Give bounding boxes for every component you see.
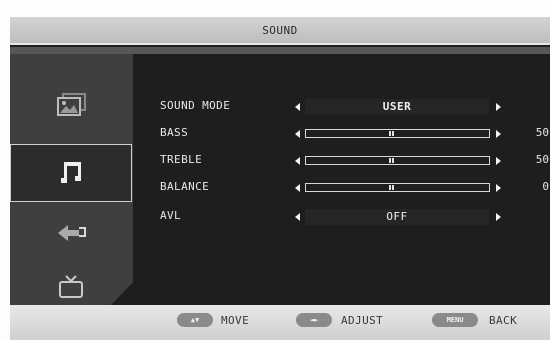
title-strip [10, 47, 550, 54]
left-arrow-icon[interactable] [295, 157, 300, 165]
avl-row[interactable]: AVL OFF [133, 207, 550, 227]
back-hint: BACK [489, 314, 518, 327]
sidebar-item-picture[interactable] [54, 90, 88, 120]
right-arrow-icon[interactable] [496, 130, 501, 138]
right-arrow-icon[interactable] [496, 157, 501, 165]
left-arrow-icon[interactable] [295, 213, 300, 221]
sidebar-item-tv[interactable] [54, 272, 88, 302]
sidebar-item-sound[interactable] [10, 144, 132, 202]
right-arrow-icon[interactable] [496, 213, 501, 221]
move-key-icon: ▲▼ [177, 313, 213, 327]
balance-slider-thumb[interactable] [389, 185, 395, 190]
avl-label: AVL [160, 209, 182, 222]
right-arrow-icon[interactable] [496, 184, 501, 192]
sound-mode-row[interactable]: SOUND MODE USER [133, 97, 550, 117]
picture-icon [57, 93, 86, 116]
balance-slider[interactable] [305, 183, 490, 192]
adjust-key-icon: ◄► [296, 313, 332, 327]
music-note-icon [55, 158, 89, 188]
adjust-hint: ADJUST [341, 314, 384, 327]
bass-label: BASS [160, 126, 189, 139]
balance-value: 0 [542, 180, 549, 193]
bass-value: 50 [535, 126, 549, 139]
settings-panel: SOUND MODE USER BASS 50 TREBLE 50 BALANC… [133, 54, 550, 305]
menu-key-icon: MENU [432, 313, 478, 327]
help-bar: ▲▼ MOVE ◄► ADJUST MENU BACK [10, 305, 550, 340]
osd-panel: SOUND SOUND MODE USER BASS 50 TREBLE 50 … [10, 17, 550, 340]
right-arrow-icon[interactable] [496, 103, 501, 111]
bass-row[interactable]: BASS 50 [133, 124, 550, 144]
menu-title: SOUND [10, 17, 550, 45]
bass-slider[interactable] [305, 129, 490, 138]
avl-value[interactable]: OFF [305, 209, 489, 225]
menu-sidebar [10, 54, 133, 305]
setup-arrow-icon [58, 225, 86, 241]
treble-slider[interactable] [305, 156, 490, 165]
left-arrow-icon[interactable] [295, 103, 300, 111]
treble-value: 50 [535, 153, 549, 166]
left-arrow-icon[interactable] [295, 130, 300, 138]
move-hint: MOVE [221, 314, 250, 327]
left-arrow-icon[interactable] [295, 184, 300, 192]
treble-slider-thumb[interactable] [389, 158, 395, 163]
sidebar-item-setup[interactable] [54, 218, 88, 248]
tv-icon [59, 275, 83, 298]
balance-row[interactable]: BALANCE 0 [133, 178, 550, 198]
bass-slider-thumb[interactable] [389, 131, 395, 136]
treble-label: TREBLE [160, 153, 203, 166]
treble-row[interactable]: TREBLE 50 [133, 151, 550, 171]
balance-label: BALANCE [160, 180, 210, 193]
sound-mode-label: SOUND MODE [160, 99, 231, 112]
sound-mode-value[interactable]: USER [305, 99, 489, 115]
